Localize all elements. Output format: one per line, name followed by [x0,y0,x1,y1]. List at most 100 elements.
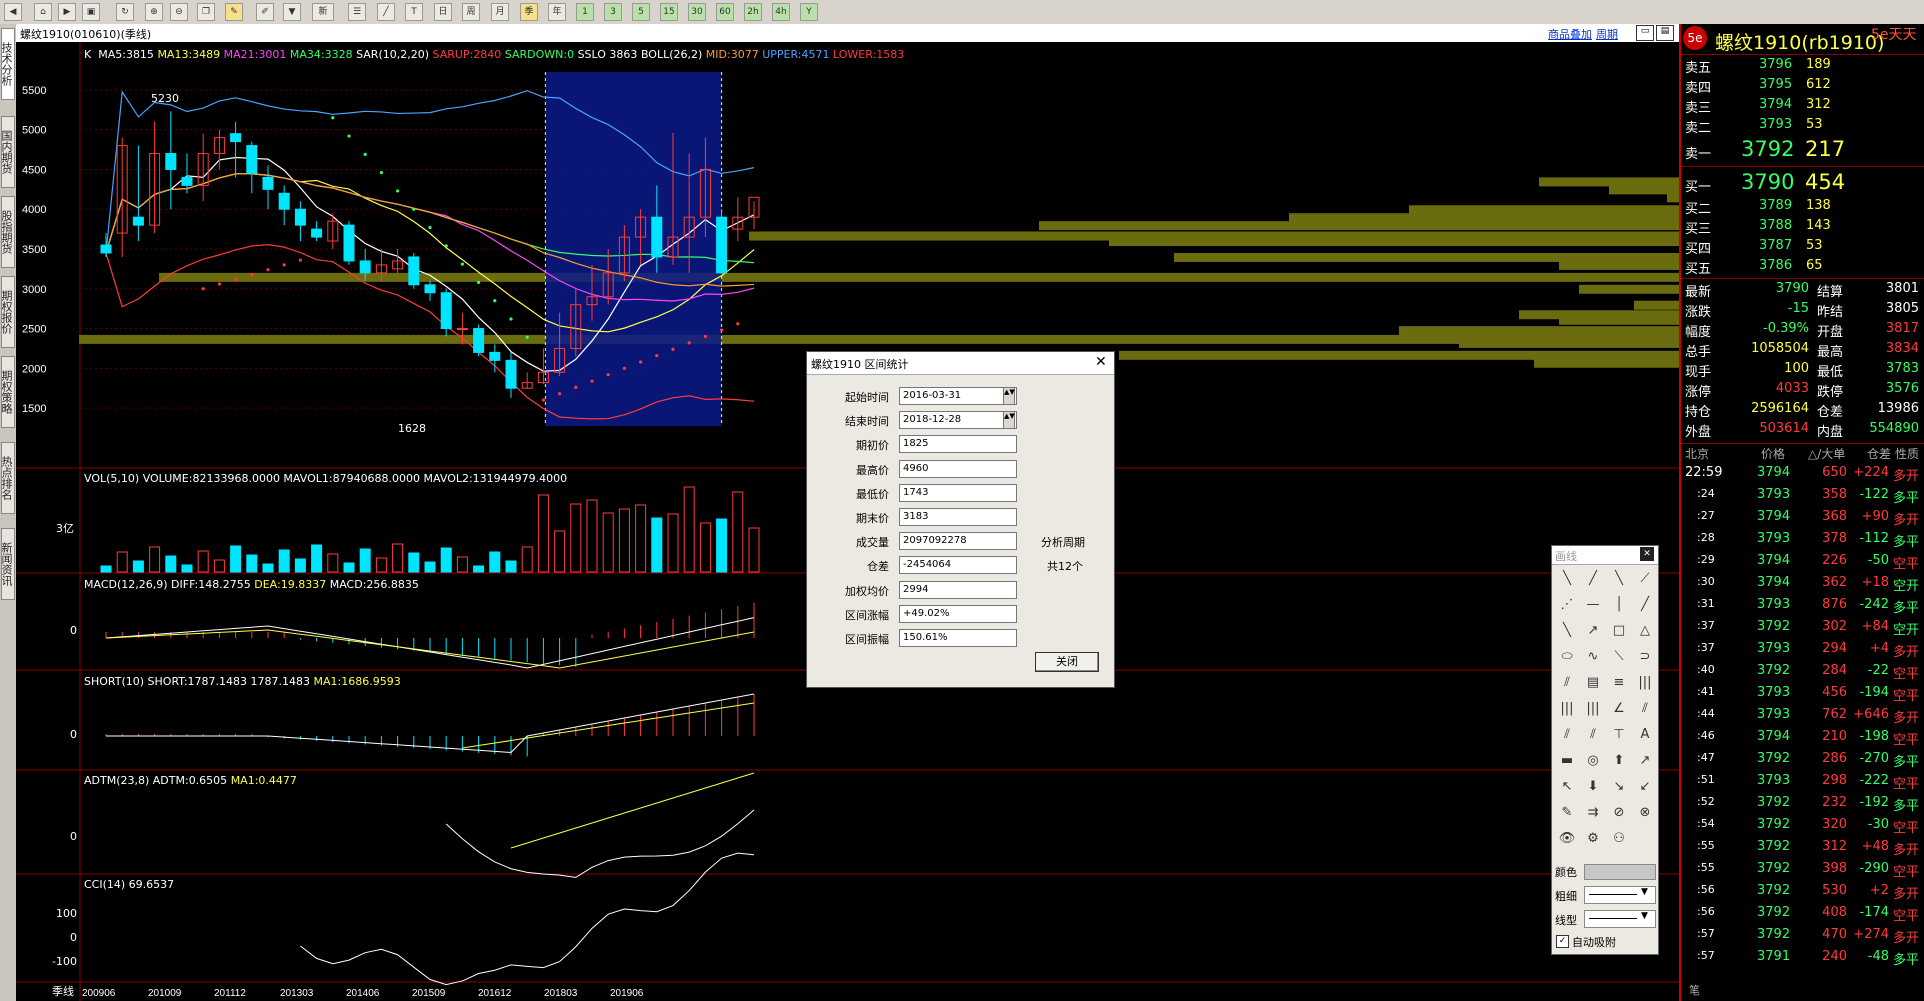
draw-tool-icon[interactable]: ⟍ [1608,646,1630,668]
split-icon[interactable]: ▤ [1656,25,1674,41]
auto-snap-checkbox[interactable]: ✓ [1556,935,1569,948]
color-picker[interactable] [1584,864,1656,880]
draw-tool-icon[interactable]: ↘ [1608,776,1630,798]
layout-icon[interactable]: ▭ [1636,25,1654,41]
draw-tool-icon[interactable]: ↗ [1634,750,1656,772]
close-icon[interactable]: ✕ [1095,354,1107,370]
draw-tool-icon[interactable]: ▤ [1582,672,1604,694]
draw-tool-icon[interactable]: ⫽ [1556,724,1578,746]
draw-tool-icon[interactable]: ⬆ [1608,750,1630,772]
home-icon[interactable]: ⌂ [34,3,52,21]
zoom-in-icon[interactable]: ⊕ [145,3,163,21]
min15-icon[interactable]: 15 [660,3,678,21]
field-input[interactable]: 1825 [899,435,1017,454]
tab-news[interactable]: 新闻资讯 [0,528,15,600]
field-input[interactable]: 2097092278 [899,532,1017,551]
draw-tool-icon[interactable]: ||| [1582,698,1604,720]
palette-close-icon[interactable]: ✕ [1640,547,1654,561]
day-icon[interactable]: 日 [434,3,452,21]
draw-tool-icon[interactable]: ⚇ [1608,828,1630,850]
draw-tool-icon[interactable]: ∿ [1582,646,1604,668]
min30-icon[interactable]: 30 [688,3,706,21]
field-input[interactable]: 3183 [899,508,1017,526]
new-button[interactable]: 新 [312,3,334,21]
draw-tool-icon[interactable]: ⫽ [1556,672,1578,694]
tab-index-futures[interactable]: 股指期货 [0,196,15,268]
overlay-link[interactable]: 商品叠加 [1548,26,1592,42]
tick-icon[interactable]: T [405,3,423,21]
draw-tool-icon[interactable]: A [1634,724,1656,746]
field-input[interactable]: 2994 [899,580,1017,599]
period-link[interactable]: 周期 [1596,26,1618,42]
min3-icon[interactable]: 3 [604,3,622,21]
year-period-icon[interactable]: Y [800,3,818,21]
field-input[interactable]: 2016-03-31 [899,387,1017,405]
draw-tool-icon[interactable]: ∠ [1608,698,1630,720]
back-icon[interactable]: ◀ [4,3,22,21]
hour2-icon[interactable]: 2h [744,3,762,21]
nav-icon[interactable]: ▣ [82,3,100,21]
date-spinner-icon[interactable]: ▲▼ [1003,387,1015,405]
hour4-icon[interactable]: 4h [772,3,790,21]
pen-icon[interactable]: ✐ [256,3,274,21]
filter-icon[interactable]: ▼ [283,3,301,21]
year-icon[interactable]: 年 [548,3,566,21]
forward-icon[interactable]: ▶ [58,3,76,21]
draw-tool-icon[interactable]: ╲ [1608,568,1630,590]
draw-tool-icon[interactable]: ⊗ [1634,802,1656,824]
draw-tool-icon[interactable]: ⊃ [1634,646,1656,668]
draw-tool-icon[interactable]: ↙ [1634,776,1656,798]
draw-tool-icon[interactable]: ⬇ [1582,776,1604,798]
min60-icon[interactable]: 60 [716,3,734,21]
draw-tool-icon[interactable]: ⟋ [1634,568,1656,590]
tab-domestic-futures[interactable]: 国内期货 [0,116,15,188]
zoom-out-icon[interactable]: ⊖ [170,3,188,21]
min1-icon[interactable]: 1 [576,3,594,21]
list-icon[interactable]: ☰ [348,3,366,21]
draw-tool-icon[interactable]: △ [1634,620,1656,642]
tab-hot-ranking[interactable]: 热点排名 [0,442,15,514]
draw-tool-icon[interactable]: ╱ [1634,594,1656,616]
refresh-icon[interactable]: ↻ [116,3,134,21]
tab-options-strategy[interactable]: 期权策略 [0,356,15,428]
draw-tool-icon[interactable]: ⫽ [1582,724,1604,746]
draw-tool-icon[interactable]: │ [1608,594,1630,616]
draw-icon[interactable]: ✎ [225,3,243,21]
draw-tool-icon[interactable]: ╲ [1556,568,1578,590]
draw-tool-icon[interactable]: ⇉ [1582,802,1604,824]
tab-technical[interactable]: 技术分析 [0,28,15,100]
field-input[interactable]: -2454064 [899,556,1017,575]
draw-tool-icon[interactable]: ⫽ [1634,698,1656,720]
draw-tool-icon[interactable]: ⊤ [1608,724,1630,746]
tab-options-quotes[interactable]: 期权报价 [0,276,15,348]
min5-icon[interactable]: 5 [632,3,650,21]
draw-tool-icon[interactable]: ⋰ [1556,594,1578,616]
draw-tool-icon[interactable]: ↖ [1556,776,1578,798]
line-chart-icon[interactable]: ╱ [377,3,395,21]
field-input[interactable]: 150.61% [899,629,1017,647]
draw-tool-icon[interactable]: — [1582,594,1604,616]
close-button[interactable]: 关闭 [1035,652,1099,672]
field-input[interactable]: 2018-12-28 [899,411,1017,430]
style-select[interactable]: ▼ [1584,910,1656,928]
date-spinner-icon[interactable]: ▲▼ [1003,411,1015,430]
field-input[interactable]: +49.02% [899,604,1017,623]
window-icon[interactable]: ❐ [197,3,215,21]
draw-tool-icon[interactable]: ⊘ [1608,802,1630,824]
field-input[interactable]: 4960 [899,459,1017,478]
draw-tool-icon[interactable]: ✎ [1556,802,1578,824]
draw-tool-icon[interactable]: ╱ [1582,568,1604,590]
draw-tool-icon[interactable]: □ [1608,620,1630,642]
draw-tool-icon[interactable]: ◎ [1582,750,1604,772]
week-icon[interactable]: 周 [462,3,480,21]
draw-tool-icon[interactable]: 👁 [1556,828,1578,850]
month-icon[interactable]: 月 [491,3,509,21]
season-icon[interactable]: 季 [520,3,538,21]
draw-tool-icon[interactable]: ▬ [1556,750,1578,772]
draw-tool-icon[interactable]: ||| [1556,698,1578,720]
field-input[interactable]: 1743 [899,483,1017,502]
draw-tool-icon[interactable]: ||| [1634,672,1656,694]
draw-tool-icon[interactable]: ⚙ [1582,828,1604,850]
draw-tool-icon[interactable]: ⬭ [1556,646,1578,668]
width-select[interactable]: ▼ [1584,886,1656,904]
